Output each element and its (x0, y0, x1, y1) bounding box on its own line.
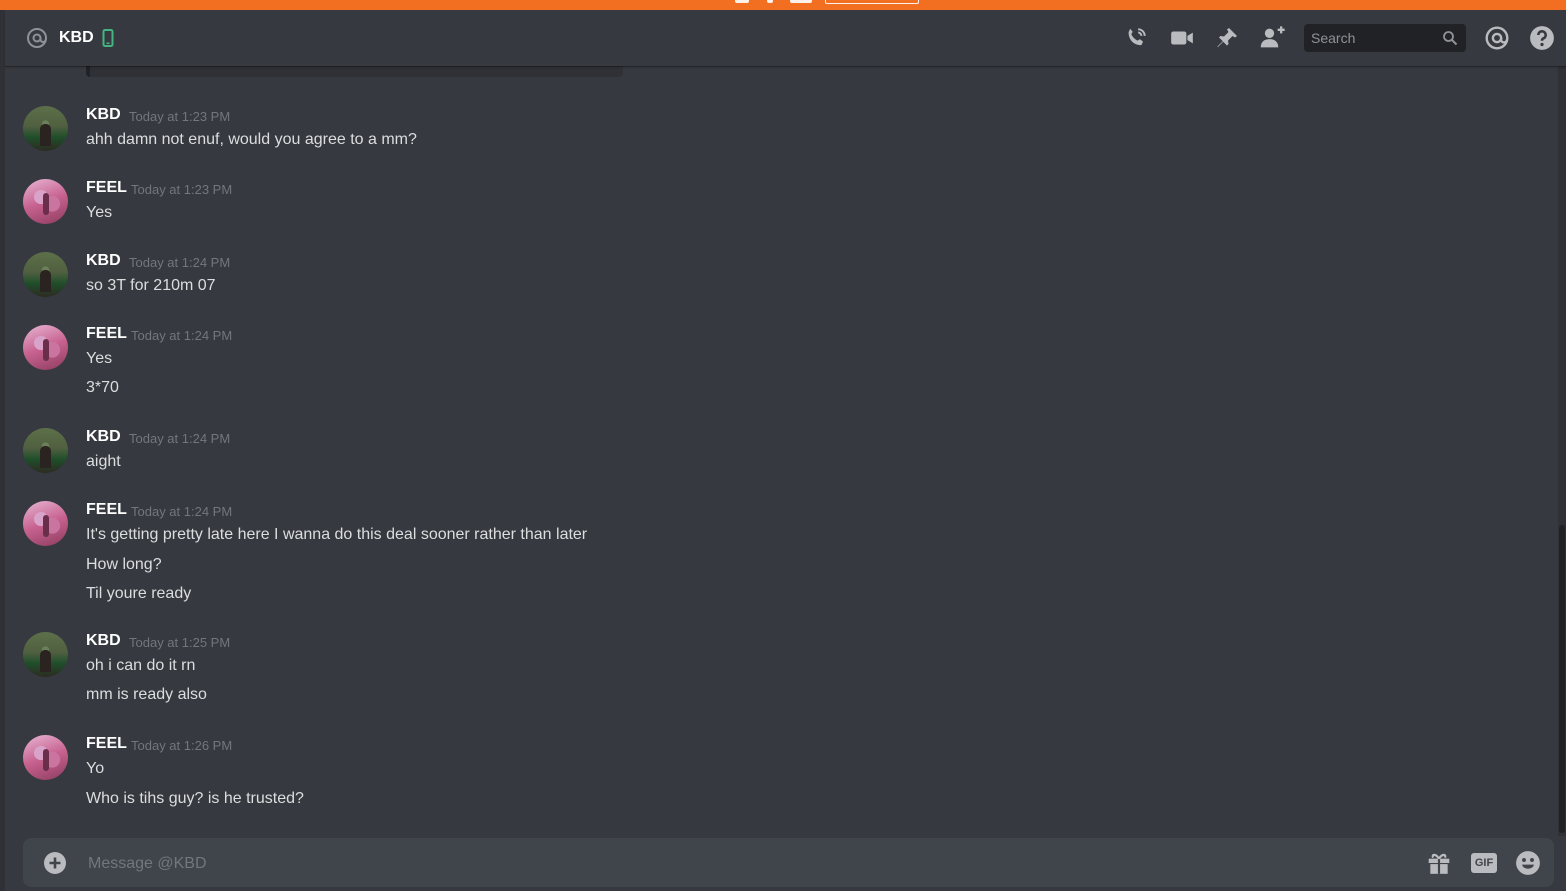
mentions-button[interactable] (1483, 24, 1511, 52)
channel-title: KBD (59, 29, 94, 46)
add-friend-icon (1260, 26, 1285, 48)
message-text: 3*70 (86, 379, 119, 396)
message-text: oh i can do it rn (86, 657, 196, 674)
voice-call-icon (1128, 28, 1146, 46)
message-text: so 3T for 210m 07 (86, 277, 216, 294)
gift-icon (1428, 853, 1450, 874)
message-text: Yes (86, 204, 113, 221)
message-timestamp: Today at 1:26 PM (131, 738, 233, 753)
help-icon (1530, 26, 1554, 50)
message-text: Yo (86, 760, 105, 777)
search-box[interactable] (1304, 24, 1466, 52)
mobile-phone-icon (102, 29, 114, 47)
voice-call-button[interactable] (1122, 24, 1150, 52)
message-author[interactable]: KBD (86, 631, 121, 651)
gif-button[interactable]: GIF (1471, 850, 1497, 876)
message-author[interactable]: FEEL (86, 500, 127, 520)
message-author[interactable]: FEEL (86, 178, 127, 198)
add-attachment-icon[interactable] (43, 851, 67, 875)
avatar[interactable] (23, 632, 68, 677)
avatar[interactable] (23, 428, 68, 473)
avatar[interactable] (23, 501, 68, 546)
message-author[interactable]: KBD (86, 251, 121, 271)
message-composer: GIF (23, 838, 1554, 889)
search-icon (1443, 31, 1458, 46)
window-top-strip (0, 0, 1566, 10)
search-input[interactable] (1304, 24, 1441, 52)
message-timestamp: Today at 1:23 PM (129, 109, 231, 124)
channel-header: KBD (5, 10, 1566, 66)
top-strip-glyphs (735, 0, 925, 4)
scrollbar-thumb[interactable] (1559, 525, 1565, 833)
message-input[interactable] (86, 838, 1410, 889)
avatar[interactable] (23, 179, 68, 224)
message-text: ahh damn not enuf, would you agree to a … (86, 131, 417, 148)
help-button[interactable] (1528, 24, 1556, 52)
message-text: aight (86, 453, 121, 470)
pinned-messages-button[interactable] (1213, 24, 1241, 52)
avatar[interactable] (23, 735, 68, 780)
message-timestamp: Today at 1:23 PM (131, 182, 233, 197)
message-list[interactable]: KBD Today at 1:23 PM ahh damn not enuf, … (5, 66, 1556, 836)
message-timestamp: Today at 1:25 PM (129, 635, 231, 650)
message-author[interactable]: FEEL (86, 734, 127, 754)
message-timestamp: Today at 1:24 PM (129, 431, 231, 446)
gift-button[interactable] (1426, 850, 1452, 876)
message-timestamp: Today at 1:24 PM (131, 328, 233, 343)
message-author[interactable]: KBD (86, 427, 121, 447)
message-timestamp: Today at 1:24 PM (129, 255, 231, 270)
emoji-button[interactable] (1515, 850, 1541, 876)
message-text: Who is tihs guy? is he trusted? (86, 790, 304, 807)
avatar[interactable] (23, 325, 68, 370)
message-author[interactable]: FEEL (86, 324, 127, 344)
message-text: mm is ready also (86, 686, 207, 703)
video-call-button[interactable] (1168, 24, 1196, 52)
message-text: Yes (86, 350, 113, 367)
mentions-icon (1485, 26, 1509, 50)
message-text: How long? (86, 556, 162, 573)
message-text: It's getting pretty late here I wanna do… (86, 526, 588, 543)
at-icon (27, 28, 47, 48)
video-call-icon (1171, 31, 1193, 45)
gif-icon: GIF (1471, 853, 1497, 873)
message-timestamp: Today at 1:24 PM (131, 504, 233, 519)
add-friend-button[interactable] (1259, 24, 1287, 52)
message-author[interactable]: KBD (86, 105, 121, 125)
emoji-icon (1516, 851, 1540, 875)
pin-icon (1217, 28, 1237, 47)
previous-embed-edge (86, 66, 623, 77)
avatar[interactable] (23, 252, 68, 297)
message-text: Til youre ready (86, 585, 192, 602)
avatar[interactable] (23, 106, 68, 151)
